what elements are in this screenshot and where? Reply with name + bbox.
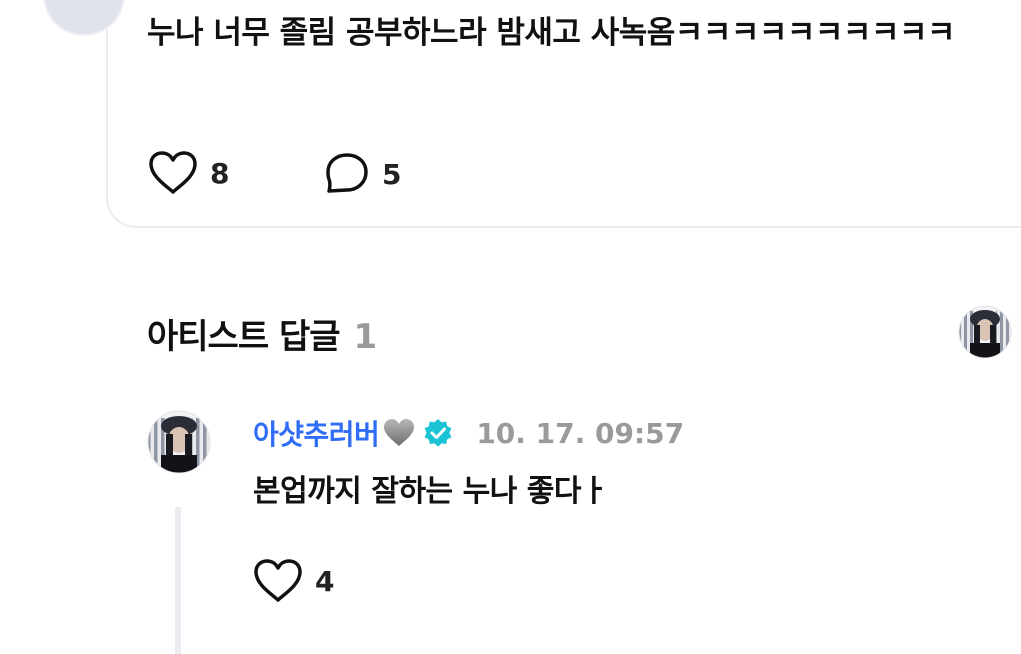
speech-bubble-icon (326, 153, 368, 193)
reply-thread-line (175, 507, 181, 654)
heart-outline-icon (254, 559, 302, 602)
verified-badge-icon (422, 417, 454, 449)
comment-thread-screen: 누나 너무 졸림 공부하느라 밤새고 사녹옴ㅋㅋㅋㅋㅋㅋㅋㅋㅋㅋ 8 5 아티스… (0, 0, 1021, 654)
post-comment-count: 5 (382, 157, 402, 191)
grey-heart-emoji-icon (382, 418, 416, 448)
reply-text: 본업까지 잘하는 누나 좋다ㅏ (253, 474, 609, 509)
heart-outline-icon (149, 151, 197, 194)
artist-avatar-header[interactable] (958, 305, 1012, 359)
post-text: 누나 너무 졸림 공부하느라 밤새고 사녹옴ㅋㅋㅋㅋㅋㅋㅋㅋㅋㅋ (147, 15, 956, 51)
reply-like-count: 4 (315, 564, 335, 598)
reply-author-avatar[interactable] (147, 410, 211, 474)
reply-author-name[interactable]: 아샷추러버 (253, 413, 380, 453)
artist-replies-heading: 아티스트 답글 1 (147, 309, 378, 358)
reply-timestamp: 10. 17. 09:57 (476, 416, 685, 450)
post-comment-button[interactable]: 5 (324, 152, 401, 196)
reply-meta: 아샷추러버 10. 17. 09:57 (253, 412, 684, 454)
post-like-button[interactable]: 8 (148, 150, 229, 196)
post-like-count: 8 (210, 156, 230, 190)
reply-like-button[interactable]: 4 (253, 558, 334, 604)
artist-replies-count: 1 (353, 317, 378, 357)
artist-replies-title: 아티스트 답글 (147, 317, 341, 357)
